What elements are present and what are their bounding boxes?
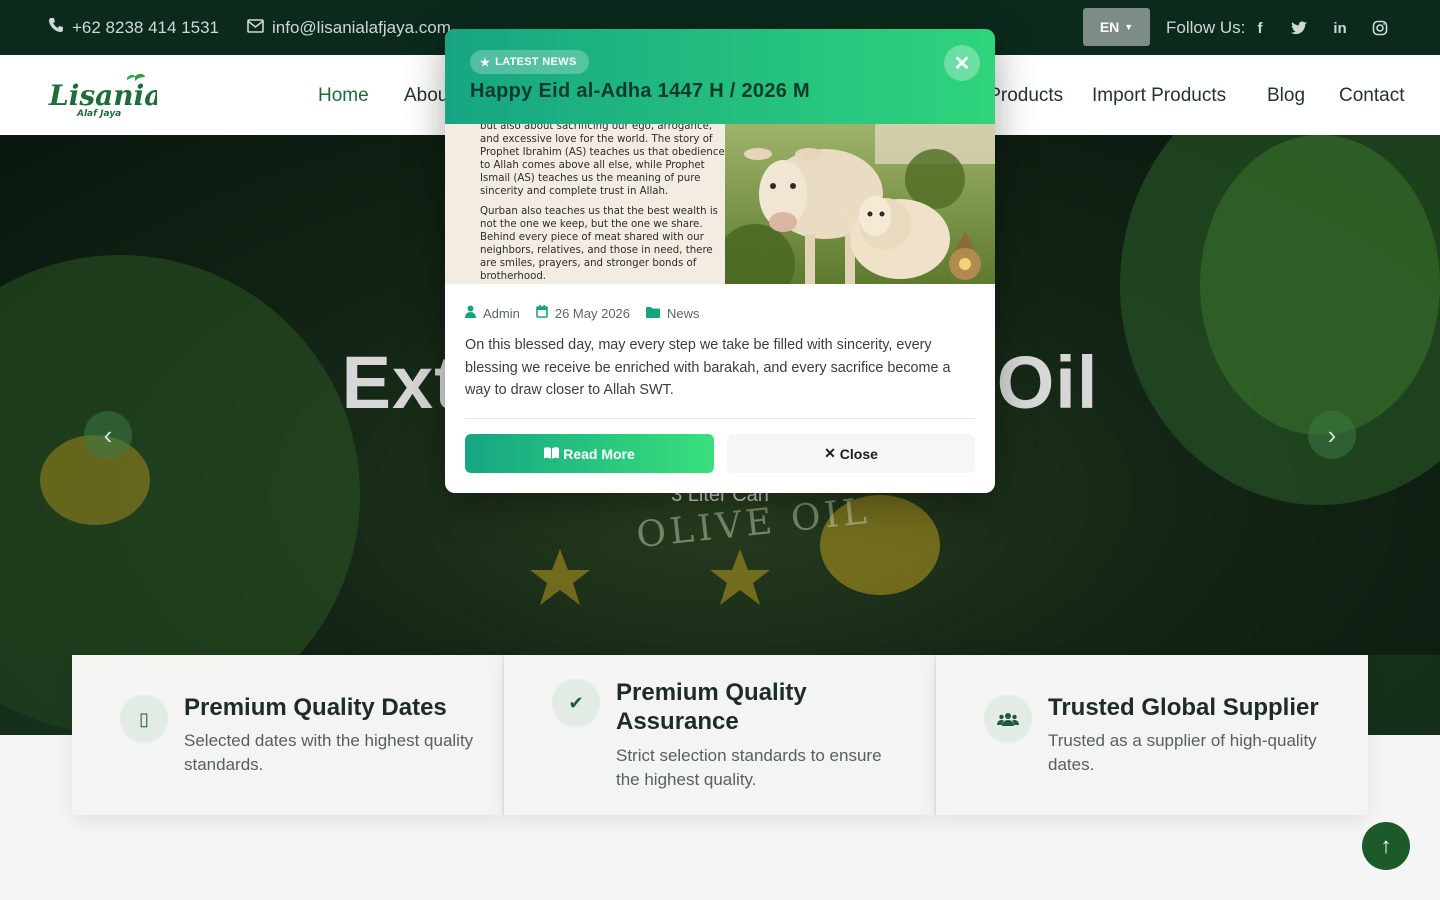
meta-date: 26 May 2026 [536,305,630,321]
post-meta: Admin 26 May 2026 News [465,305,716,321]
news-image-text: but also about sacrificing our ego, arro… [480,124,725,284]
post-date: 26 May 2026 [554,305,631,321]
post-category: News [667,305,700,321]
meta-category: News [646,306,700,321]
calendar-icon [536,305,548,321]
user-icon [465,305,476,321]
read-more-button[interactable]: Read More [465,434,714,473]
modal-title: Happy Eid al-Adha 1447 H / 2026 M [470,80,811,102]
badge-label: LATEST NEWS [495,56,577,68]
close-label: Close [839,445,878,462]
cow-and-sheep-illustration [725,124,995,284]
modal-close-icon-button[interactable]: ✕ [944,45,980,81]
author-name: Admin [483,305,520,321]
close-button[interactable]: ✕ Close [727,434,975,473]
close-icon: ✕ [953,52,971,75]
news-image: but also about sacrificing our ego, arro… [445,124,995,284]
folder-icon [646,306,661,321]
image-paragraph-1: but also about sacrificing our ego, arro… [480,124,725,197]
read-more-label: Read More [563,445,635,462]
meta-author: Admin [465,305,520,321]
star-icon: ★ [480,56,491,69]
close-icon: ✕ [824,445,836,461]
latest-news-badge: ★ LATEST NEWS [470,50,589,74]
image-paragraph-2: Qurban also teaches us that the best wea… [480,206,718,282]
modal-header: ★ LATEST NEWS Happy Eid al-Adha 1447 H /… [445,29,995,124]
modal-body-text: On this blessed day, may every step we t… [465,337,951,398]
modal-divider [465,418,975,419]
book-open-icon [544,446,560,462]
news-popup-modal: ★ LATEST NEWS Happy Eid al-Adha 1447 H /… [445,29,995,493]
